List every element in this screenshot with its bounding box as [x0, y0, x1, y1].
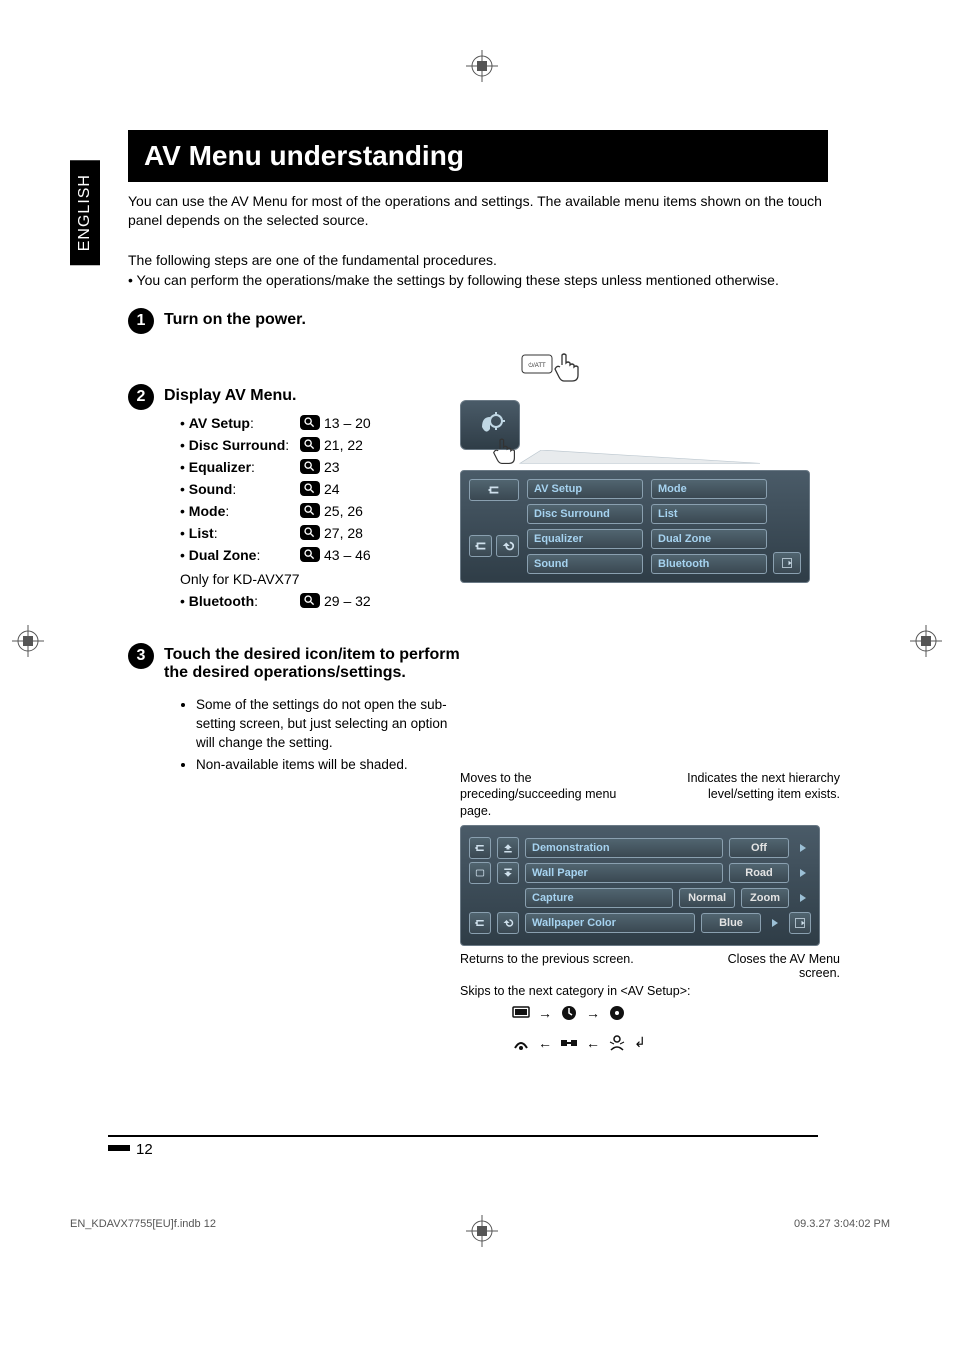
setting-label[interactable]: Wallpaper Color [525, 913, 695, 933]
setting-value[interactable]: Normal [679, 888, 735, 908]
arrow-icon: → [538, 1005, 552, 1021]
page-header: AV Menu understanding [128, 130, 828, 182]
page-ref-icon [300, 437, 320, 452]
table-row: Demonstration Off [469, 837, 811, 859]
setting-value[interactable]: Off [729, 838, 789, 858]
caption-return: Returns to the previous screen. [460, 952, 634, 980]
page-ref-icon [300, 503, 320, 518]
setting-value[interactable]: Road [729, 863, 789, 883]
menu-item-equalizer[interactable]: Equalizer [527, 529, 643, 549]
step-3: 3 Touch the desired icon/item to perform… [128, 643, 828, 780]
close-menu-button[interactable] [789, 912, 811, 934]
step3-detail-graphic: Moves to the preceding/succeeding menu p… [460, 770, 840, 1052]
print-footer: EN_KDAVX7755[EU]f.indb 12 09.3.27 3:04:0… [70, 1218, 890, 1230]
menu-item-dual-zone[interactable]: Dual Zone [651, 529, 767, 549]
arrow-icon: → [586, 1005, 600, 1021]
menu-item-sound[interactable]: Sound [527, 554, 643, 574]
page-ref-icon [300, 547, 320, 562]
category-icon-button[interactable] [469, 862, 491, 884]
page-ref-icon [300, 525, 320, 540]
page-down-button[interactable] [497, 862, 519, 884]
table-row: Wall Paper Road [469, 862, 811, 884]
caption-close: Closes the AV Menu [728, 952, 840, 966]
setting-label[interactable]: Wall Paper [525, 863, 723, 883]
av-menu-graphic: AV Setup Mode Disc Surround List Equaliz… [460, 400, 830, 583]
more-icon[interactable] [795, 837, 811, 859]
menu-item-av-setup[interactable]: AV Setup [527, 479, 643, 499]
setting-label[interactable]: Demonstration [525, 838, 723, 858]
registration-mark-left [12, 625, 44, 657]
disc-icon [606, 1004, 628, 1022]
step-3-note: Some of the settings do not open the sub… [196, 696, 464, 753]
back-button[interactable] [496, 535, 519, 557]
page-up-button[interactable] [497, 837, 519, 859]
footer-file: EN_KDAVX7755[EU]f.indb 12 [70, 1218, 216, 1230]
menu-expand-button[interactable] [469, 535, 492, 557]
menu-collapse-button[interactable] [469, 479, 519, 501]
sub-intro-text: The following steps are one of the funda… [128, 252, 828, 268]
back-button[interactable] [497, 912, 519, 934]
page-footer: 12 [108, 1135, 818, 1158]
input-icon [558, 1034, 580, 1052]
tuner-icon [510, 1034, 532, 1052]
menu-item-disc-surround[interactable]: Disc Surround [527, 504, 643, 524]
step-number-icon: 2 [128, 384, 154, 410]
page-ref-icon [300, 481, 320, 496]
more-icon[interactable] [795, 862, 811, 884]
page-ref-icon [300, 459, 320, 474]
arrow-icon: ↲ [634, 1034, 646, 1051]
step-3-note: Non-available items will be shaded. [196, 756, 464, 775]
table-row: Capture Normal Zoom [469, 887, 811, 909]
close-menu-button[interactable] [773, 552, 801, 574]
more-icon[interactable] [795, 887, 811, 909]
menu-item-bluetooth[interactable]: Bluetooth [651, 554, 767, 574]
table-row: Wallpaper Color Blue [469, 912, 811, 934]
footer-timestamp: 09.3.27 3:04:02 PM [794, 1218, 890, 1230]
step-1: 1 Turn on the power. [128, 308, 828, 334]
arrow-icon: ← [586, 1035, 600, 1051]
caption-hierarchy: Indicates the next hierarchy level/setti… [665, 770, 840, 819]
collapse-button[interactable] [469, 837, 491, 859]
caption-preceding: Moves to the preceding/succeeding menu p… [460, 770, 635, 819]
caption-close: screen. [799, 966, 840, 980]
sub-intro-bullet: • You can perform the operations/make th… [128, 272, 828, 288]
clock-icon [558, 1004, 580, 1022]
step-1-title: Turn on the power. [164, 311, 828, 329]
step-3-title: Touch the desired icon/item to perform t… [164, 646, 464, 682]
step-number-icon: 1 [128, 308, 154, 334]
intro-text: You can use the AV Menu for most of the … [128, 192, 828, 230]
setting-label[interactable]: Capture [525, 888, 673, 908]
page-ref-icon [300, 593, 320, 608]
menu-item-list[interactable]: List [651, 504, 767, 524]
menu-item-mode[interactable]: Mode [651, 479, 767, 499]
expand-button[interactable] [469, 912, 491, 934]
step-number-icon: 3 [128, 643, 154, 669]
skip-caption: Skips to the next category in <AV Setup>… [460, 984, 840, 998]
registration-mark-right [910, 625, 942, 657]
power-button-graphic: ⏻/ATT [520, 345, 590, 390]
list-item: • Bluetooth: 29 – 32 [180, 593, 828, 609]
setting-value[interactable]: Zoom [741, 888, 789, 908]
display-icon [510, 1004, 532, 1022]
person-icon [606, 1034, 628, 1052]
more-icon[interactable] [767, 912, 783, 934]
category-sequence: → → ← ← ↲ [510, 1004, 840, 1052]
arrow-icon: ← [538, 1035, 552, 1051]
page-number: 12 [136, 1141, 153, 1158]
svg-text:⏻/ATT: ⏻/ATT [528, 362, 546, 369]
language-tab: ENGLISH [70, 160, 100, 265]
page-ref-icon [300, 415, 320, 430]
registration-mark-top [466, 50, 498, 82]
setting-value[interactable]: Blue [701, 913, 761, 933]
